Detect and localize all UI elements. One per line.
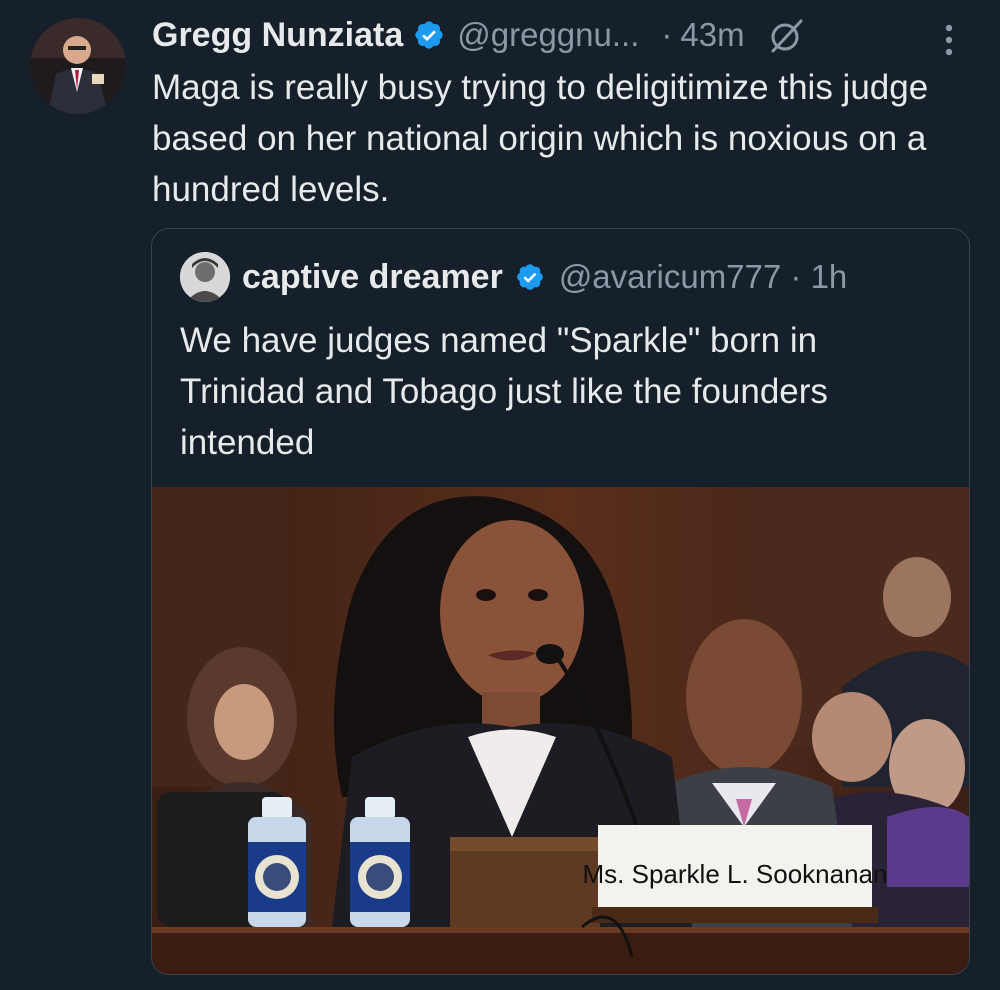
quoted-tweet-card[interactable]: captive dreamer @avaricum777 · 1h We hav… <box>151 228 970 975</box>
tweet-header: Gregg Nunziata @greggnu... · 43m <box>152 12 809 58</box>
verified-badge-icon <box>415 21 443 49</box>
header-separator: · <box>661 16 673 53</box>
author-name[interactable]: Gregg Nunziata <box>152 16 403 55</box>
quoted-author-avatar[interactable] <box>180 252 230 302</box>
quoted-tweet-text: We have judges named "Sparkle" born in T… <box>180 321 828 462</box>
more-options-icon[interactable] <box>934 20 964 60</box>
author-avatar[interactable] <box>30 18 126 114</box>
quoted-author-handle-time[interactable]: @avaricum777 · 1h <box>559 258 847 296</box>
quoted-tweet-photo[interactable]: Ms. Sparkle L. Sooknanan <box>152 487 969 974</box>
grok-icon[interactable] <box>765 13 809 57</box>
tweet-timestamp[interactable]: 43m <box>680 16 744 54</box>
tweet-text: Maga is really busy trying to deligitimi… <box>152 68 929 209</box>
quoted-tweet-header: captive dreamer @avaricum777 · 1h <box>180 251 847 303</box>
quoted-author-name[interactable]: captive dreamer <box>242 258 503 297</box>
verified-badge-icon <box>517 264 543 290</box>
author-handle[interactable]: @greggnu... <box>457 16 639 54</box>
nameplate-text: Ms. Sparkle L. Sooknanan <box>583 859 888 889</box>
